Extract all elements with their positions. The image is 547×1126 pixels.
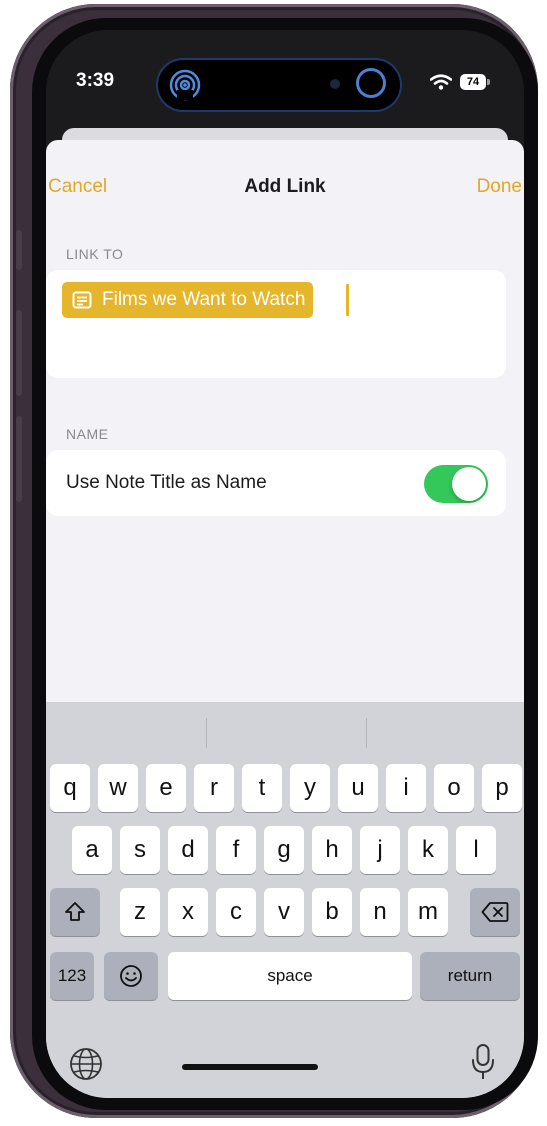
return-key[interactable]: return [420,952,520,1000]
space-key[interactable]: space [168,952,412,1000]
keyboard: q w e r t y u i o p a s d f g h j k l z … [46,702,524,1098]
linked-note-title: Films we Want to Watch [102,289,306,310]
linked-note-chip[interactable]: Films we Want to Watch [62,282,314,318]
link-to-section-label: LINK TO [66,246,124,262]
action-button [16,230,22,270]
name-option-row: Use Note Title as Name [46,450,506,516]
key-s[interactable]: s [120,826,160,874]
key-d[interactable]: d [168,826,208,874]
key-y[interactable]: y [290,764,330,812]
airdrop-icon [169,69,201,101]
key-i[interactable]: i [386,764,426,812]
key-x[interactable]: x [168,888,208,936]
navigation-bar: Cancel Add Link Done [46,140,524,220]
key-g[interactable]: g [264,826,304,874]
link-to-field[interactable]: Films we Want to Watch [46,270,506,378]
key-j[interactable]: j [360,826,400,874]
suggestion-divider [206,718,207,748]
toggle-label: Use Note Title as Name [66,472,267,493]
shift-key[interactable] [50,888,100,936]
delete-icon [481,902,509,922]
key-c[interactable]: c [216,888,256,936]
screen: 3:39 74 Cancel Add Link Done LINK TO Fil… [46,30,524,1098]
volume-up-button [16,310,22,396]
emoji-icon [120,965,142,987]
key-r[interactable]: r [194,764,234,812]
done-button[interactable]: Done [477,176,522,198]
key-h[interactable]: h [312,826,352,874]
key-t[interactable]: t [242,764,282,812]
delete-key[interactable] [470,888,520,936]
shift-icon [65,902,85,921]
phone-frame: 3:39 74 Cancel Add Link Done LINK TO Fil… [10,4,538,1118]
key-b[interactable]: b [312,888,352,936]
status-bar: 3:39 74 [46,30,524,118]
use-note-title-toggle[interactable] [424,465,488,503]
camera-dot [330,79,340,89]
key-e[interactable]: e [146,764,186,812]
globe-icon[interactable] [68,1046,104,1082]
key-k[interactable]: k [408,826,448,874]
volume-down-button [16,416,22,502]
key-l[interactable]: l [456,826,496,874]
emoji-key[interactable] [104,952,158,1000]
phone-bezel: 3:39 74 Cancel Add Link Done LINK TO Fil… [32,18,538,1110]
suggestion-divider [366,718,367,748]
status-time: 3:39 [76,70,115,91]
key-q[interactable]: q [50,764,90,812]
key-p[interactable]: p [482,764,522,812]
key-a[interactable]: a [72,826,112,874]
key-m[interactable]: m [408,888,448,936]
key-n[interactable]: n [360,888,400,936]
wifi-icon [430,74,452,90]
toggle-knob [452,467,486,501]
key-u[interactable]: u [338,764,378,812]
key-w[interactable]: w [98,764,138,812]
page-title: Add Link [244,176,326,197]
key-v[interactable]: v [264,888,304,936]
activity-ring-icon [356,68,386,98]
note-icon [72,291,92,309]
battery-icon: 74 [460,74,490,90]
name-section-label: NAME [66,426,109,442]
key-o[interactable]: o [434,764,474,812]
text-cursor [346,284,349,316]
home-indicator[interactable] [182,1064,318,1070]
key-z[interactable]: z [120,888,160,936]
key-f[interactable]: f [216,826,256,874]
mic-icon[interactable] [470,1042,496,1082]
numbers-key[interactable]: 123 [50,952,94,1000]
dynamic-island [158,60,400,110]
